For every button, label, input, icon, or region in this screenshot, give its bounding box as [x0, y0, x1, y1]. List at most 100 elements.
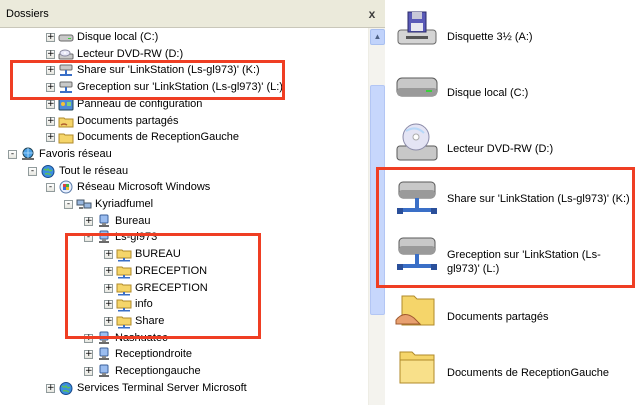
- expand-toggle-icon[interactable]: +: [46, 383, 55, 393]
- expand-toggle-icon[interactable]: +: [104, 283, 113, 293]
- globe-icon: [40, 164, 56, 179]
- collapse-toggle-icon[interactable]: -: [8, 149, 17, 159]
- expand-toggle-icon[interactable]: +: [84, 350, 93, 360]
- tree-item-label: Réseau Microsoft Windows: [77, 181, 211, 194]
- drive-item-label: Share sur 'LinkStation (Ls-gl973)' (K:): [447, 193, 630, 205]
- tree-item[interactable]: + Receptiondroite: [0, 346, 368, 363]
- workgroup-icon: [76, 197, 92, 212]
- tree-item-label: Tout le réseau: [59, 164, 129, 177]
- network-share-icon: [116, 264, 132, 279]
- expand-toggle-icon[interactable]: +: [46, 49, 55, 59]
- tree-item-label: Kyriadfumel: [95, 198, 154, 210]
- tree-item[interactable]: - Favoris réseau: [0, 146, 368, 163]
- tree-item-label: Documents partagés: [77, 114, 179, 127]
- tree-item-label: Nashuatec: [115, 331, 168, 344]
- drive-item[interactable]: Greception sur 'LinkStation (Ls-gl973)' …: [386, 232, 637, 284]
- drive-item-label: Documents de ReceptionGauche: [447, 367, 610, 379]
- expand-toggle-icon[interactable]: +: [84, 367, 93, 376]
- expand-toggle-icon[interactable]: +: [46, 83, 55, 93]
- tree-item-label: DRECEPTION: [135, 264, 208, 277]
- control-panel-icon: [58, 97, 74, 112]
- expand-toggle-icon[interactable]: +: [46, 99, 55, 109]
- floppy-drive-icon: [394, 10, 440, 52]
- collapse-toggle-icon[interactable]: -: [84, 233, 93, 243]
- drive-item[interactable]: Documents partagés: [386, 288, 637, 340]
- tree-item-label: Bureau: [115, 214, 151, 227]
- tree-item[interactable]: + Share sur 'LinkStation (Ls-gl973)' (K:): [0, 62, 368, 79]
- local-disk-icon: [394, 66, 440, 108]
- dvd-drive-icon: [58, 47, 74, 62]
- tree-item-label: Disque local (C:): [77, 31, 159, 43]
- drive-item-label: Lecteur DVD-RW (D:): [447, 143, 554, 155]
- tree-item[interactable]: + Lecteur DVD-RW (D:): [0, 46, 368, 63]
- drive-item[interactable]: Disquette 3½ (A:): [386, 8, 637, 60]
- tree-item-label: Favoris réseau: [39, 147, 112, 160]
- expand-toggle-icon[interactable]: +: [104, 250, 113, 260]
- tree-item[interactable]: + Nashuatec: [0, 330, 368, 347]
- shared-folder-icon: [394, 290, 440, 332]
- tree-item-label: Share: [135, 314, 165, 327]
- computer-icon: [96, 214, 112, 229]
- contents-pane: Disquette 3½ (A:) Disque local (C:) Lecteu…: [386, 0, 637, 405]
- tree-item[interactable]: + Services Terminal Server Microsoft: [0, 380, 368, 397]
- drive-item[interactable]: Share sur 'LinkStation (Ls-gl973)' (K:): [386, 176, 637, 228]
- dvd-drive-icon: [394, 122, 440, 164]
- tree-item[interactable]: + Share: [0, 313, 368, 330]
- folder-tree: + Disque local (C:) + Lecteur DVD-RW (D:) + S…: [0, 28, 368, 405]
- close-pane-button[interactable]: x: [366, 8, 378, 20]
- tree-item[interactable]: - Ls-gl973: [0, 229, 368, 246]
- expand-toggle-icon[interactable]: +: [46, 33, 55, 42]
- tree-item-label: Receptiongauche: [115, 365, 201, 377]
- expand-toggle-icon[interactable]: +: [46, 116, 55, 126]
- tree-item[interactable]: + Bureau: [0, 213, 368, 230]
- drive-item[interactable]: Disque local (C:): [386, 64, 637, 116]
- computer-icon: [96, 331, 112, 346]
- expand-toggle-icon[interactable]: +: [84, 216, 93, 226]
- network-share-icon: [116, 281, 132, 296]
- collapse-toggle-icon[interactable]: -: [28, 166, 37, 176]
- tree-item[interactable]: + info: [0, 296, 368, 313]
- tree-item-label: Share sur 'LinkStation (Ls-gl973)' (K:): [77, 64, 260, 77]
- collapse-toggle-icon[interactable]: -: [46, 183, 55, 193]
- tree-item-label: info: [135, 298, 153, 311]
- scroll-up-arrow-icon[interactable]: ▲: [370, 29, 385, 45]
- collapse-toggle-icon[interactable]: -: [64, 200, 73, 209]
- tree-item[interactable]: - Tout le réseau: [0, 163, 368, 180]
- tree-item[interactable]: + Receptiongauche: [0, 363, 368, 380]
- scrollbar-thumb[interactable]: [370, 85, 385, 315]
- tree-scrollbar[interactable]: ▲: [368, 28, 385, 405]
- expand-toggle-icon[interactable]: +: [46, 133, 55, 143]
- tree-item-label: Ls-gl973: [115, 231, 158, 244]
- tree-item[interactable]: + DRECEPTION: [0, 263, 368, 280]
- tree-item-label: Services Terminal Server Microsoft: [77, 381, 247, 394]
- tree-item[interactable]: + BUREAU: [0, 246, 368, 263]
- network-drive-icon: [58, 80, 74, 95]
- network-share-icon: [116, 247, 132, 262]
- expand-toggle-icon[interactable]: +: [46, 66, 55, 76]
- network-drive-icon: [394, 234, 440, 276]
- computer-icon: [96, 364, 112, 379]
- local-disk-icon: [58, 30, 74, 45]
- tree-item[interactable]: - Kyriadfumel: [0, 196, 368, 213]
- tree-item[interactable]: + Disque local (C:): [0, 29, 368, 46]
- tree-item-label: Lecteur DVD-RW (D:): [77, 47, 184, 60]
- drive-item[interactable]: Documents de ReceptionGauche: [386, 344, 637, 396]
- tree-item[interactable]: - Réseau Microsoft Windows: [0, 179, 368, 196]
- drive-item-label: Documents partagés: [447, 311, 549, 323]
- tree-item[interactable]: + Greception sur 'LinkStation (Ls-gl973)'…: [0, 79, 368, 96]
- tree-item[interactable]: + Documents de ReceptionGauche: [0, 129, 368, 146]
- folders-pane: Dossiers x + Disque local (C:) + Lecteur DV…: [0, 0, 385, 405]
- expand-toggle-icon[interactable]: +: [104, 266, 113, 276]
- expand-toggle-icon[interactable]: +: [104, 300, 113, 310]
- drive-item-label: Disquette 3½ (A:): [447, 31, 533, 43]
- tree-item[interactable]: + Panneau de configuration: [0, 96, 368, 113]
- tree-item-label: Documents de ReceptionGauche: [77, 131, 240, 144]
- tree-item[interactable]: + GRECEPTION: [0, 280, 368, 297]
- expand-toggle-icon[interactable]: +: [104, 316, 113, 326]
- drive-item-label: Disque local (C:): [447, 87, 529, 99]
- tree-item-label: GRECEPTION: [135, 281, 208, 294]
- network-drive-icon: [394, 178, 440, 220]
- drive-item[interactable]: Lecteur DVD-RW (D:): [386, 120, 637, 172]
- tree-item[interactable]: + Documents partagés: [0, 113, 368, 130]
- expand-toggle-icon[interactable]: +: [84, 333, 93, 343]
